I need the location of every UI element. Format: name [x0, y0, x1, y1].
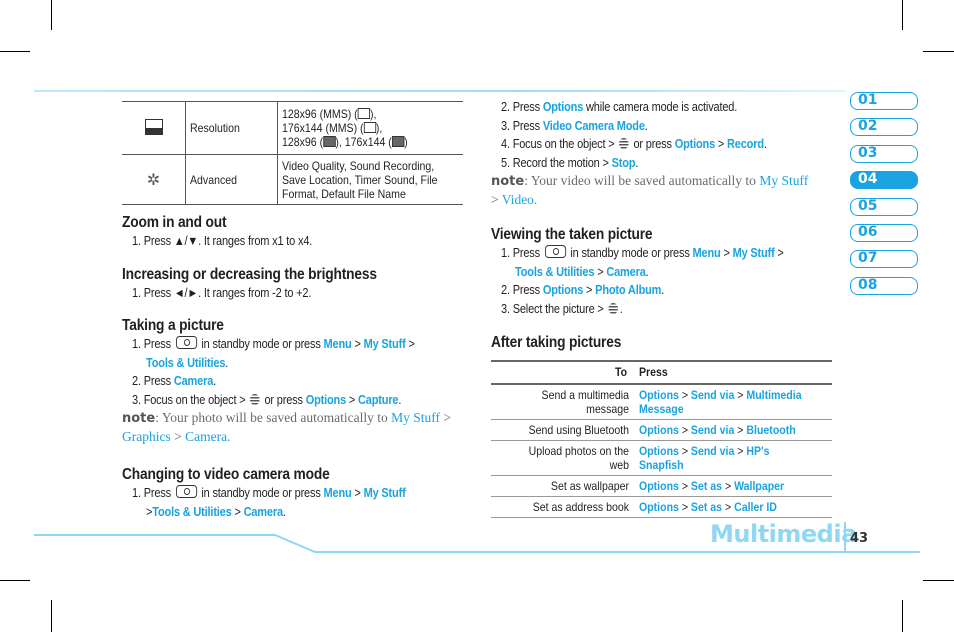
size-icon	[144, 118, 163, 135]
table-row: Send using Bluetooth Options > Send via >…	[491, 419, 832, 441]
section-heading: Taking a picture	[122, 317, 224, 334]
resolution-icon	[391, 136, 405, 147]
menu-path: Options > Set as > Wallpaper	[639, 479, 785, 493]
chapter-tab-04[interactable]: 04	[850, 171, 918, 190]
step: 2. Press Camera.	[132, 374, 217, 388]
option-name: Advanced	[190, 172, 237, 187]
action-label: Set as wallpaper	[550, 479, 629, 493]
option-values: 128x96 (MMS) (), 176x144 (MMS) (), 128x9…	[282, 107, 408, 149]
gear-icon: ✲	[146, 171, 161, 189]
menu-path: Options > Set as > Caller ID	[639, 500, 777, 514]
chapter-tab-06[interactable]: 06	[850, 224, 918, 242]
crop-mark	[902, 600, 903, 632]
menu-link: Send via	[690, 444, 735, 458]
section-heading: Changing to video camera mode	[122, 466, 330, 483]
crop-mark	[51, 600, 52, 632]
step: 5. Record the motion > Stop.	[501, 155, 639, 170]
table-header: To Press	[491, 360, 832, 385]
ok-key-icon	[619, 138, 629, 149]
camera-options-table: Resolution 128x96 (MMS) (), 176x144 (MMS…	[122, 101, 463, 205]
crop-mark	[923, 580, 954, 581]
menu-path: Options > Send via > Multimedia Message	[639, 388, 802, 416]
camera-key-icon	[175, 485, 197, 498]
menu-link: Options	[639, 388, 679, 402]
step: 3. Press Video Camera Mode.	[501, 118, 648, 133]
step: 1. Press in standby mode or press Menu >…	[132, 485, 406, 500]
menu-link: Caller ID	[734, 500, 777, 514]
page-number: 43	[850, 531, 869, 546]
option-values: Video Quality, Sound Recording, Save Loca…	[282, 158, 438, 201]
step: 3. Focus on the object > or press Option…	[132, 392, 402, 407]
table-row: Set as wallpaper Options > Set as > Wallp…	[491, 475, 832, 497]
note: note: Your photo will be saved automatic…	[122, 410, 451, 444]
menu-link: Bluetooth	[746, 423, 796, 437]
crop-mark	[51, 0, 52, 30]
table-row: ✲ Advanced Video Quality, Sound Recordin…	[122, 154, 463, 205]
header-rule	[34, 90, 846, 92]
menu-link: Options	[639, 423, 679, 437]
menu-path: Options > Send via > HP's Snapfish	[639, 444, 770, 472]
step-cont: >Tools & Utilities > Camera.	[146, 504, 286, 519]
step: 3. Select the picture > .	[501, 301, 623, 316]
ok-key-icon	[250, 393, 260, 405]
menu-link: Options	[639, 500, 679, 514]
after-pictures-table: To Press Send a multimedia message Option…	[491, 360, 832, 518]
chapter-tab-05[interactable]: 05	[850, 197, 918, 216]
section-heading: Zoom in and out	[122, 214, 227, 231]
menu-link: Set as	[690, 479, 723, 493]
step: 1. Press ▲/▼. It ranges from x1 to x4.	[132, 234, 313, 248]
table-row: Upload photos on the web Options > Send v…	[491, 440, 832, 476]
ok-key-icon	[608, 302, 618, 314]
section-heading: After taking pictures	[491, 334, 622, 351]
resolution-icon	[323, 136, 336, 147]
table-row: Resolution 128x96 (MMS) (), 176x144 (MMS…	[122, 101, 463, 155]
table-row: Send a multimedia message Options > Send …	[491, 384, 832, 420]
step: 2. Press Options > Photo Album.	[501, 283, 665, 297]
crop-mark	[923, 51, 954, 52]
action-label: Set as address book	[532, 500, 629, 514]
section-heading: Increasing or decreasing the brightness	[122, 266, 377, 283]
note: note: Your video will be saved automatic…	[491, 173, 809, 207]
table-row: Set as address book Options > Set as > Ca…	[491, 496, 832, 518]
crop-mark	[0, 580, 30, 581]
step: 1. Press ◄/►. It ranges from -2 to +2.	[132, 286, 312, 300]
step: 1. Press in standby mode or press Menu >…	[501, 245, 784, 260]
menu-link: Options	[639, 444, 679, 458]
step: 4. Focus on the object > or press Option…	[501, 137, 767, 151]
chapter-tab-08[interactable]: 08	[850, 276, 918, 295]
camera-key-icon	[544, 245, 566, 258]
left-column: Zoom in and out 1. Press ▲/▼. It ranges …	[122, 214, 337, 251]
resolution-icon	[357, 108, 371, 119]
menu-path: Options > Send via > Bluetooth	[639, 423, 796, 437]
action-label: Send a multimedia message	[541, 388, 629, 416]
menu-link: Send via	[690, 423, 735, 437]
step-cont: Tools & Utilities > Camera.	[515, 264, 649, 279]
crop-mark	[902, 0, 903, 30]
menu-link: Set as	[690, 500, 723, 514]
chapter-tab-01[interactable]: 01	[850, 92, 918, 110]
menu-link: Wallpaper	[734, 479, 785, 493]
action-label: Send using Bluetooth	[528, 423, 629, 437]
option-name: Resolution	[190, 121, 240, 135]
chapter-tab-07[interactable]: 07	[850, 250, 918, 269]
chapter-tab-03[interactable]: 03	[850, 144, 918, 163]
action-label: Upload photos on the web	[528, 444, 629, 472]
divider	[844, 522, 846, 552]
crop-mark	[0, 51, 30, 52]
step: 1. Press in standby mode or press Menu >…	[132, 336, 415, 351]
section-title: Multimedia	[710, 520, 857, 548]
menu-link: Send via	[690, 388, 735, 402]
menu-link: Options	[639, 479, 679, 493]
section-heading: Viewing the taken picture	[491, 226, 653, 243]
step: 2. Press Options while camera mode is ac…	[501, 100, 738, 114]
resolution-icon	[363, 122, 376, 133]
chapter-tab-02[interactable]: 02	[850, 118, 918, 137]
camera-key-icon	[175, 336, 197, 349]
step-cont: Tools & Utilities.	[146, 355, 229, 370]
